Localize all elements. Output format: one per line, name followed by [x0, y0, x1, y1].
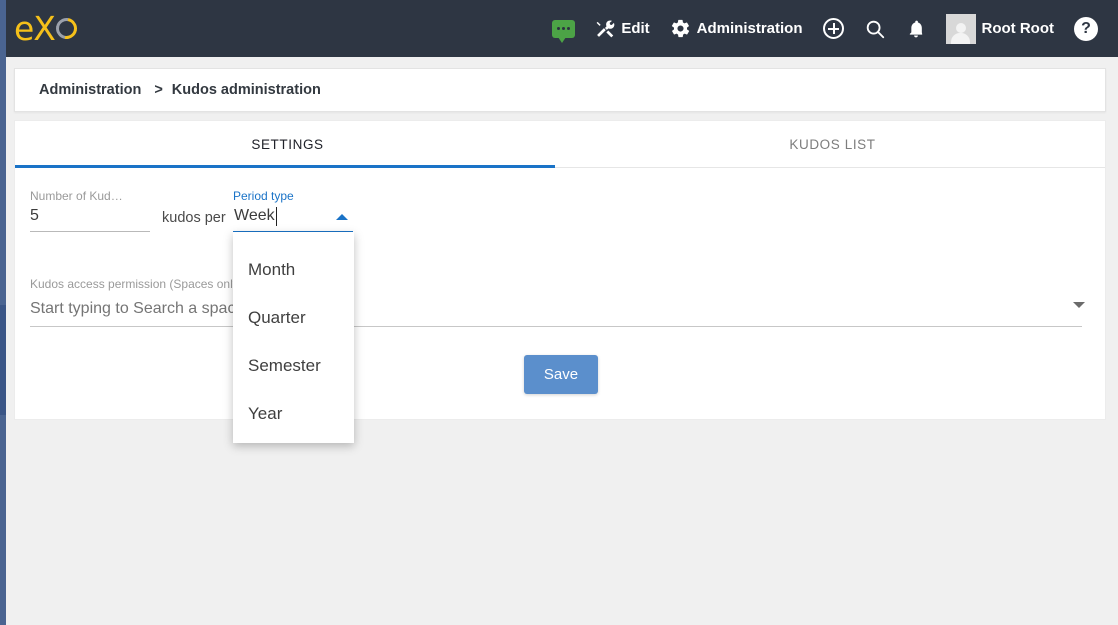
nav-user[interactable]: Root Root: [936, 0, 1064, 57]
chevron-down-icon[interactable]: [1073, 302, 1085, 308]
kudos-per-text: kudos per: [162, 210, 226, 226]
nav-chat[interactable]: [542, 0, 585, 57]
number-of-kudos-input[interactable]: [30, 207, 140, 228]
access-permission-label: Kudos access permission (Spaces only): [30, 277, 243, 291]
nav-search[interactable]: [854, 0, 896, 57]
number-of-kudos-underline: [30, 231, 150, 232]
period-type-input[interactable]: [234, 207, 329, 228]
plus-circle-icon: [822, 18, 844, 39]
nav-administration-label: Administration: [696, 20, 803, 37]
tab-bar: SETTINGS KUDOS LIST: [15, 121, 1105, 168]
nav-notifications[interactable]: [896, 0, 936, 57]
left-scroll-thumb[interactable]: [0, 305, 6, 415]
nav-help[interactable]: ?: [1064, 0, 1108, 57]
chat-icon: [552, 19, 576, 43]
breadcrumb: Administration > Kudos administration: [14, 68, 1106, 112]
brand-ring-icon: [51, 13, 82, 44]
period-type-dropdown: Month Quarter Semester Year: [233, 232, 354, 443]
access-permission-underline: [30, 326, 1082, 327]
chevron-up-icon[interactable]: [336, 214, 348, 220]
text-cursor: [276, 207, 277, 226]
gear-icon: [670, 18, 691, 39]
search-icon: [864, 18, 886, 40]
top-navigation-bar: eX Edit Administration Root Root ?: [0, 0, 1118, 57]
avatar: [945, 13, 976, 44]
access-permission-input[interactable]: [30, 300, 930, 321]
dropdown-option-year[interactable]: Year: [233, 390, 354, 438]
breadcrumb-current: Kudos administration: [171, 82, 321, 98]
nav-edit-label: Edit: [621, 20, 650, 37]
breadcrumb-separator: >: [154, 82, 163, 98]
exo-logo[interactable]: eX: [14, 9, 82, 48]
dropdown-option-semester[interactable]: Semester: [233, 342, 354, 390]
dropdown-option-month[interactable]: Month: [233, 246, 354, 294]
brand-text: eX: [14, 9, 56, 48]
save-button[interactable]: Save: [524, 355, 598, 394]
user-name-label: Root Root: [981, 20, 1054, 37]
bell-icon: [906, 19, 926, 39]
nav-administration[interactable]: Administration: [660, 0, 813, 57]
tab-kudos-list[interactable]: KUDOS LIST: [560, 121, 1105, 168]
help-icon: ?: [1074, 16, 1098, 41]
edit-tools-icon: [595, 19, 615, 39]
nav-add[interactable]: [813, 0, 854, 57]
period-type-label: Period type: [233, 189, 294, 203]
tab-settings[interactable]: SETTINGS: [15, 121, 560, 168]
nav-edit[interactable]: Edit: [585, 0, 659, 57]
number-of-kudos-label: Number of Kud…: [30, 189, 123, 203]
dropdown-option-quarter[interactable]: Quarter: [233, 294, 354, 342]
left-scroll-rail[interactable]: [0, 0, 6, 625]
top-nav-items: Edit Administration Root Root ?: [542, 0, 1108, 57]
breadcrumb-root[interactable]: Administration: [39, 82, 141, 98]
